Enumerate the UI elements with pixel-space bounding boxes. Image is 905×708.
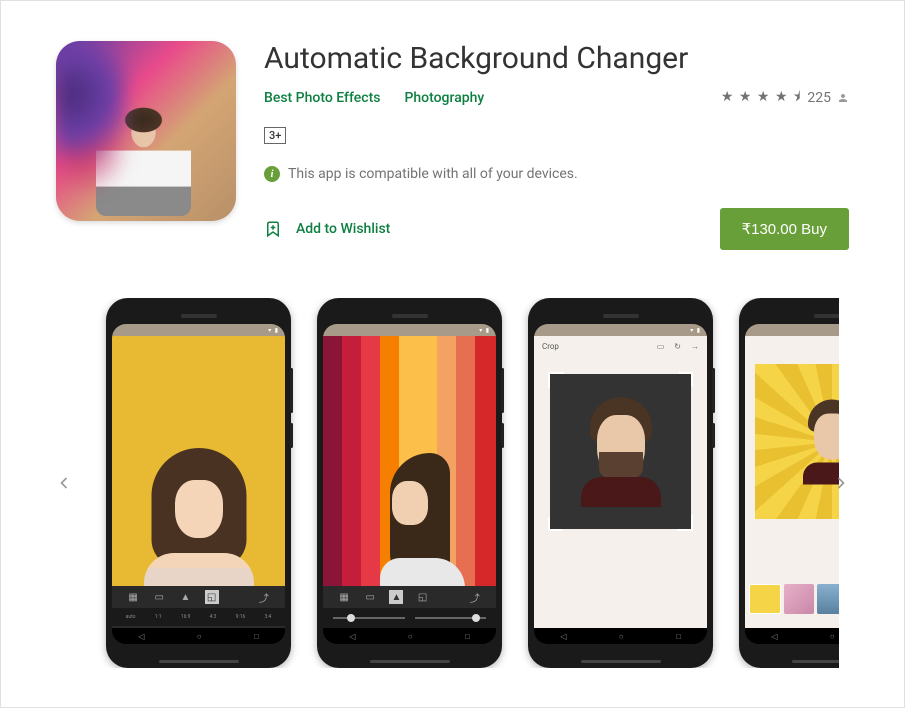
carousel-next-button[interactable] <box>823 465 859 501</box>
screenshots-carousel: ▾ ▮ ▦ ▭ ▲ ◱ ⤴ <box>56 298 849 668</box>
screenshot-1[interactable]: ▾ ▮ ▦ ▭ ▲ ◱ ⤴ <box>106 298 291 668</box>
rotate-icon: ↻ <box>674 342 681 351</box>
image-icon: ▭ <box>152 590 166 604</box>
person-icon: ▲ <box>389 590 403 604</box>
person-icon <box>837 92 849 104</box>
star-icons: ★ ★ ★ ★ ⯨ <box>721 86 802 110</box>
share-icon: ⤴ <box>257 590 271 604</box>
carousel-prev-button[interactable] <box>46 465 82 501</box>
chevron-left-icon <box>54 473 74 493</box>
done-icon: → <box>691 342 699 351</box>
crop-title: Crop <box>542 342 559 351</box>
developer-link[interactable]: Best Photo Effects <box>264 90 380 106</box>
chevron-right-icon <box>831 473 851 493</box>
image-icon: ▭ <box>363 590 377 604</box>
age-rating-badge: 3+ <box>264 127 286 144</box>
screenshot-3[interactable]: ▾ ▮ Crop ▭↻→ ◁○□ <box>528 298 713 668</box>
buy-button[interactable]: ₹130.00 Buy <box>720 208 849 250</box>
wishlist-label: Add to Wishlist <box>296 221 390 237</box>
screenshot-2[interactable]: ▾ ▮ ▦ ▭ ▲ ◱ ⤴ <box>317 298 502 668</box>
info-icon: i <box>264 166 280 182</box>
person-icon: ▲ <box>178 590 192 604</box>
background-icon: ◱ <box>416 590 430 604</box>
aspect-icon: ▭ <box>657 342 665 351</box>
gallery-icon: ▦ <box>126 590 140 604</box>
app-title: Automatic Background Changer <box>264 41 849 76</box>
add-to-wishlist-button[interactable]: Add to Wishlist <box>264 218 390 240</box>
background-icon: ◱ <box>205 590 219 604</box>
share-icon: ⤴ <box>468 590 482 604</box>
compatibility-text: This app is compatible with all of your … <box>288 166 578 182</box>
background-thumbnails <box>745 584 839 614</box>
bookmark-add-icon <box>264 218 282 240</box>
crop-frame <box>550 374 691 529</box>
category-link[interactable]: Photography <box>404 90 484 106</box>
app-icon[interactable] <box>56 41 236 221</box>
gallery-icon: ▦ <box>337 590 351 604</box>
rating-block[interactable]: ★ ★ ★ ★ ⯨ 225 <box>721 86 849 110</box>
rating-count: 225 <box>807 90 831 106</box>
